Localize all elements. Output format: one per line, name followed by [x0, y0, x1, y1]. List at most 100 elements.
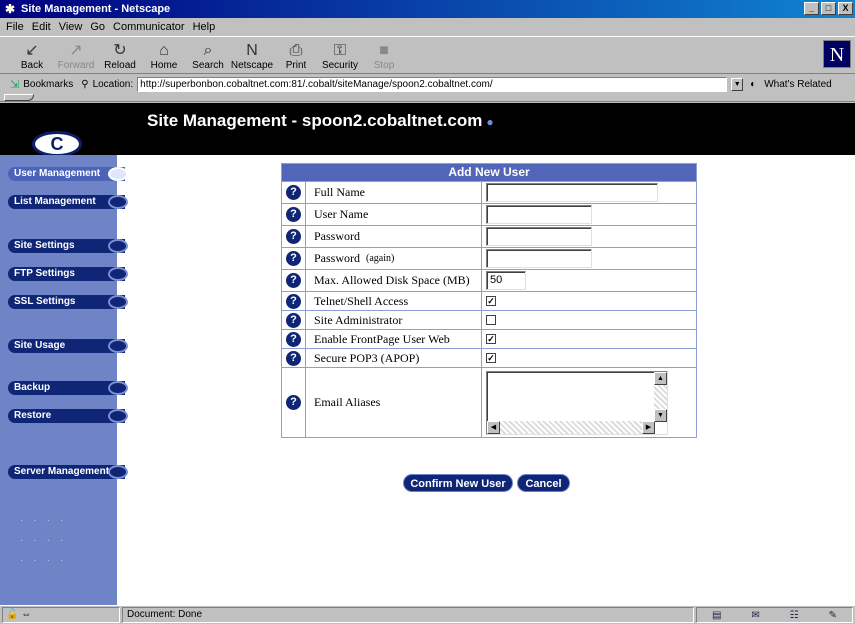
navigator-icon[interactable]: ▤	[712, 610, 721, 621]
help-icon[interactable]: ?	[286, 251, 301, 266]
composer-icon[interactable]: ✎	[829, 610, 837, 621]
user-name-label: User Name	[306, 204, 482, 225]
nav-restore[interactable]: Restore	[8, 409, 128, 423]
cancel-button[interactable]: Cancel	[517, 474, 570, 492]
status-bar: 🔓 ⇔ Document: Done ▤ ✉ ☷ ✎	[0, 605, 855, 624]
email-aliases-textarea[interactable]: ▲ ▼ ◀ ▶	[486, 370, 668, 435]
url-input[interactable]: http://superbonbon.cobaltnet.com:81/.cob…	[137, 76, 728, 92]
nav-user-management[interactable]: User Management	[8, 167, 128, 181]
help-icon[interactable]: ?	[286, 331, 301, 347]
maximize-button[interactable]: □	[821, 2, 836, 15]
disk-space-label: Max. Allowed Disk Space (MB)	[306, 270, 482, 291]
security-button[interactable]: ⚿ Security	[318, 37, 362, 73]
window-title-bar: ✱ Site Management - Netscape _ □ X	[0, 0, 855, 18]
page-header: Site Management - spoon2.cobaltnet.com ●	[0, 103, 855, 155]
forward-button[interactable]: ↗ Forward	[54, 37, 98, 73]
home-icon: ⌂	[159, 42, 169, 59]
reload-button[interactable]: ↻ Reload	[98, 37, 142, 73]
telnet-label: Telnet/Shell Access	[306, 292, 482, 310]
navigation-toolbar: ↙ Back ↗ Forward ↻ Reload ⌂ Home ⌕ Search N Ne…	[0, 36, 855, 74]
scroll-right-icon[interactable]: ▶	[642, 420, 655, 434]
nav-site-usage[interactable]: Site Usage	[8, 339, 128, 353]
nav-site-settings[interactable]: Site Settings	[8, 239, 128, 253]
netscape-button[interactable]: N Netscape	[230, 37, 274, 73]
component-bar: ▤ ✉ ☷ ✎	[696, 607, 853, 623]
help-icon[interactable]: ?	[286, 350, 301, 366]
nav-ftp-settings[interactable]: FTP Settings	[8, 267, 128, 281]
help-icon[interactable]: ?	[286, 273, 301, 288]
user-name-input[interactable]	[486, 205, 592, 224]
help-icon[interactable]: ?	[286, 293, 301, 309]
netscape-app-icon: ✱	[4, 2, 16, 16]
security-status[interactable]: 🔓 ⇔	[2, 607, 120, 623]
help-icon[interactable]: ?	[286, 395, 301, 410]
password-label: Password	[306, 226, 482, 247]
toolbar-tab-strip	[0, 94, 855, 102]
menu-help[interactable]: Help	[193, 21, 216, 33]
full-name-input[interactable]	[486, 183, 658, 202]
sidebar: User Management List Management Site Set…	[0, 155, 128, 605]
close-button[interactable]: X	[838, 2, 853, 15]
menu-view[interactable]: View	[59, 21, 83, 33]
apop-checkbox[interactable]: ✓	[486, 353, 496, 363]
stop-icon: ■	[379, 42, 389, 59]
nav-backup[interactable]: Backup	[8, 381, 128, 395]
horizontal-scrollbar[interactable]	[487, 420, 655, 434]
site-admin-checkbox[interactable]	[486, 315, 496, 325]
frontpage-label: Enable FrontPage User Web	[306, 330, 482, 348]
netscape-logo[interactable]: N	[823, 40, 851, 68]
scroll-left-icon[interactable]: ◀	[487, 420, 500, 434]
scroll-down-icon[interactable]: ▼	[654, 408, 667, 422]
help-icon[interactable]: ?	[286, 185, 301, 200]
location-bar: ⇲ Bookmarks ⚲ Location: http://superbonb…	[0, 75, 855, 93]
back-button[interactable]: ↙ Back	[10, 37, 54, 73]
netscape-icon: N	[246, 42, 258, 59]
scroll-up-icon[interactable]: ▲	[654, 371, 667, 385]
discussion-icon[interactable]: ☷	[790, 610, 799, 621]
home-button[interactable]: ⌂ Home	[142, 37, 186, 73]
decorative-dots: ····	[20, 535, 74, 546]
password-again-input[interactable]	[486, 249, 592, 268]
menu-file[interactable]: File	[6, 21, 24, 33]
help-icon[interactable]: ?	[286, 207, 301, 222]
frontpage-checkbox[interactable]: ✓	[486, 334, 496, 344]
help-icon[interactable]: ?	[286, 229, 301, 244]
help-icon[interactable]: ?	[286, 312, 301, 328]
nav-server-management[interactable]: Server Management	[8, 465, 128, 479]
nav-list-management[interactable]: List Management	[8, 195, 128, 209]
password-input[interactable]	[486, 227, 592, 246]
password-again-label: Password (again)	[306, 248, 482, 269]
nav-ssl-settings[interactable]: SSL Settings	[8, 295, 128, 309]
search-button[interactable]: ⌕ Search	[186, 37, 230, 73]
whats-related-icon[interactable]: ◐	[750, 79, 756, 90]
toolbar-collapse-handle[interactable]	[4, 94, 34, 101]
print-button[interactable]: ⎙ Print	[274, 37, 318, 73]
decorative-dots: ····	[20, 555, 74, 566]
menu-bar: File Edit View Go Communicator Help	[0, 18, 855, 35]
site-admin-label: Site Administrator	[306, 311, 482, 329]
cobalt-logo: C	[32, 131, 82, 157]
title-dot-icon: ●	[486, 115, 494, 129]
back-icon: ↙	[25, 42, 39, 59]
stop-button[interactable]: ■ Stop	[362, 37, 406, 73]
menu-communicator[interactable]: Communicator	[113, 21, 185, 33]
print-icon: ⎙	[289, 42, 303, 59]
telnet-checkbox[interactable]: ✓	[486, 296, 496, 306]
menu-go[interactable]: Go	[90, 21, 105, 33]
reload-icon: ↻	[113, 42, 127, 59]
url-dropdown-button[interactable]: ▼	[731, 77, 744, 91]
bookmarks-icon[interactable]: ⇲	[10, 78, 19, 91]
page-content: Site Management - spoon2.cobaltnet.com ● …	[0, 103, 855, 605]
menu-edit[interactable]: Edit	[32, 21, 51, 33]
whats-related-button[interactable]: What's Related	[764, 79, 832, 90]
disk-space-input[interactable]: 50	[486, 271, 526, 290]
bookmarks-button[interactable]: Bookmarks	[23, 79, 73, 90]
form-title: Add New User	[282, 164, 696, 181]
minimize-button[interactable]: _	[804, 2, 819, 15]
apop-label: Secure POP3 (APOP)	[306, 349, 482, 367]
email-aliases-label: Email Aliases	[306, 368, 482, 437]
forward-icon: ↗	[69, 42, 83, 59]
location-icon: ⚲	[81, 78, 89, 90]
confirm-new-user-button[interactable]: Confirm New User	[403, 474, 513, 492]
mail-icon[interactable]: ✉	[751, 610, 759, 621]
